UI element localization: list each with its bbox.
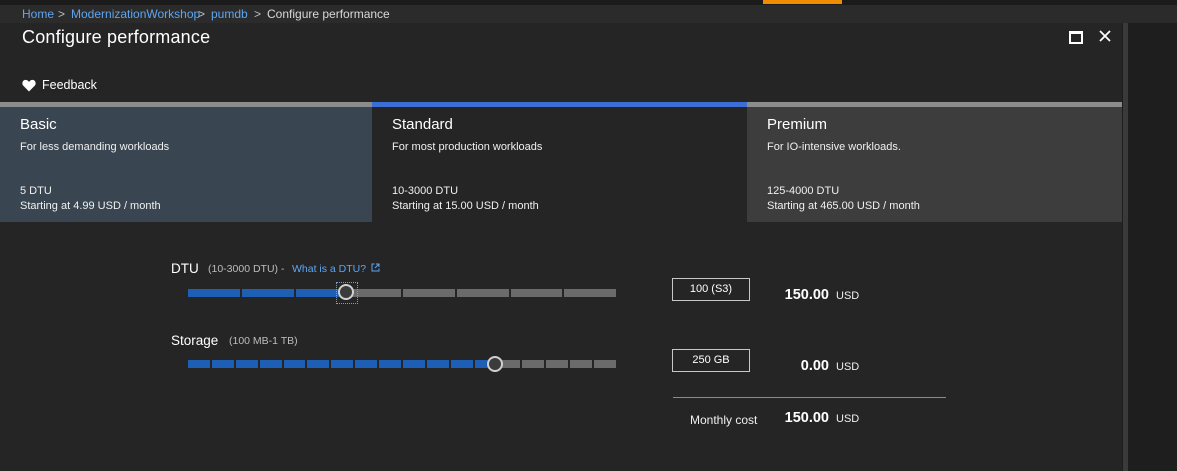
slider-segment (403, 289, 455, 297)
tier-premium[interactable]: Premium For IO-intensive workloads. 125-… (747, 102, 1122, 222)
tier-name: Premium (767, 116, 828, 133)
slider-segment (259, 360, 282, 368)
monthly-cost-value: 150.00 (784, 410, 829, 426)
what-is-dtu-link-label: What is a DTU? (292, 263, 367, 275)
close-icon (1099, 30, 1111, 42)
dtu-label: DTU (171, 261, 199, 276)
external-link-icon (371, 263, 380, 272)
dtu-slider[interactable] (188, 289, 616, 297)
monthly-cost-unit: USD (836, 413, 860, 425)
configure-performance-blade (0, 23, 1122, 471)
tier-description: For less demanding workloads (20, 141, 170, 153)
close-button[interactable] (1097, 28, 1115, 46)
feedback-label: Feedback (42, 78, 97, 92)
tier-indicator-bar (0, 102, 372, 107)
slider-segment (403, 360, 425, 368)
tier-range: 5 DTU (20, 185, 52, 197)
tier-range: 10-3000 DTU (392, 185, 459, 197)
chevron-right-icon: > (198, 7, 206, 21)
storage-slider[interactable] (188, 360, 616, 368)
storage-label: Storage (171, 333, 219, 348)
slider-segment (456, 289, 509, 297)
slider-segment (522, 360, 545, 368)
tier-name: Basic (20, 116, 57, 133)
tier-name: Standard (392, 116, 453, 133)
breadcrumb-home[interactable]: Home (22, 5, 54, 23)
feedback-button[interactable]: Feedback (22, 76, 97, 94)
tier-price: Starting at 4.99 USD / month (20, 200, 161, 212)
slider-segment (379, 360, 401, 368)
dtu-value-field[interactable]: 100 (S3) (672, 278, 750, 301)
tier-basic[interactable]: Basic For less demanding workloads 5 DTU… (0, 102, 372, 222)
tier-description: For most production workloads (392, 141, 543, 153)
dtu-cost-unit: USD (836, 290, 860, 302)
tier-description: For IO-intensive workloads. (767, 141, 901, 153)
slider-segment (331, 360, 354, 368)
slider-segment (510, 289, 563, 297)
slider-segment (283, 360, 306, 368)
breadcrumb-database[interactable]: pumdb (211, 5, 248, 23)
monthly-cost-label: Monthly cost (690, 413, 758, 427)
slider-segment (241, 289, 294, 297)
tier-standard[interactable]: Standard For most production workloads 1… (372, 102, 747, 222)
breadcrumb: Home > ModernizationWorkshop > pumdb > C… (0, 5, 1177, 23)
storage-cost-unit: USD (836, 361, 860, 373)
slider-segment (594, 360, 616, 368)
slider-segment (450, 360, 473, 368)
slider-segment (307, 360, 330, 368)
slider-segment (188, 289, 240, 297)
active-notification-indicator (763, 0, 842, 4)
total-divider (673, 397, 946, 398)
what-is-dtu-link[interactable]: What is a DTU? (292, 263, 380, 275)
slider-segment (426, 360, 449, 368)
tier-price: Starting at 465.00 USD / month (767, 200, 920, 212)
tier-indicator-bar (372, 102, 747, 107)
storage-slider-thumb[interactable] (487, 356, 503, 372)
vertical-scrollbar[interactable] (1123, 23, 1128, 471)
tier-indicator-bar (747, 102, 1122, 107)
storage-range: (100 MB-1 TB) (229, 335, 298, 347)
chevron-right-icon: > (58, 7, 66, 21)
pricing-tiers: Basic For less demanding workloads 5 DTU… (0, 102, 1122, 222)
storage-value-field[interactable]: 250 GB (672, 349, 750, 372)
dtu-cost: 150.00 (784, 287, 829, 303)
slider-segment (564, 289, 616, 297)
breadcrumb-resource-group[interactable]: ModernizationWorkshop (71, 5, 200, 23)
maximize-button[interactable] (1067, 28, 1085, 46)
breadcrumb-current: Configure performance (267, 7, 390, 21)
slider-segment (546, 360, 569, 368)
slider-segment (570, 360, 593, 368)
slider-segment (211, 360, 234, 368)
dtu-slider-thumb[interactable] (338, 284, 354, 300)
slider-segment (355, 360, 378, 368)
storage-cost: 0.00 (800, 358, 829, 374)
heart-icon (22, 79, 36, 91)
tier-range: 125-4000 DTU (767, 185, 840, 197)
page-title: Configure performance (22, 27, 211, 47)
dtu-range: (10-3000 DTU) - (208, 263, 285, 275)
right-panel-area (1122, 23, 1177, 471)
slider-segment (188, 360, 210, 368)
maximize-icon (1069, 31, 1083, 44)
chevron-right-icon: > (254, 7, 262, 21)
slider-segment (235, 360, 258, 368)
tier-price: Starting at 15.00 USD / month (392, 200, 539, 212)
